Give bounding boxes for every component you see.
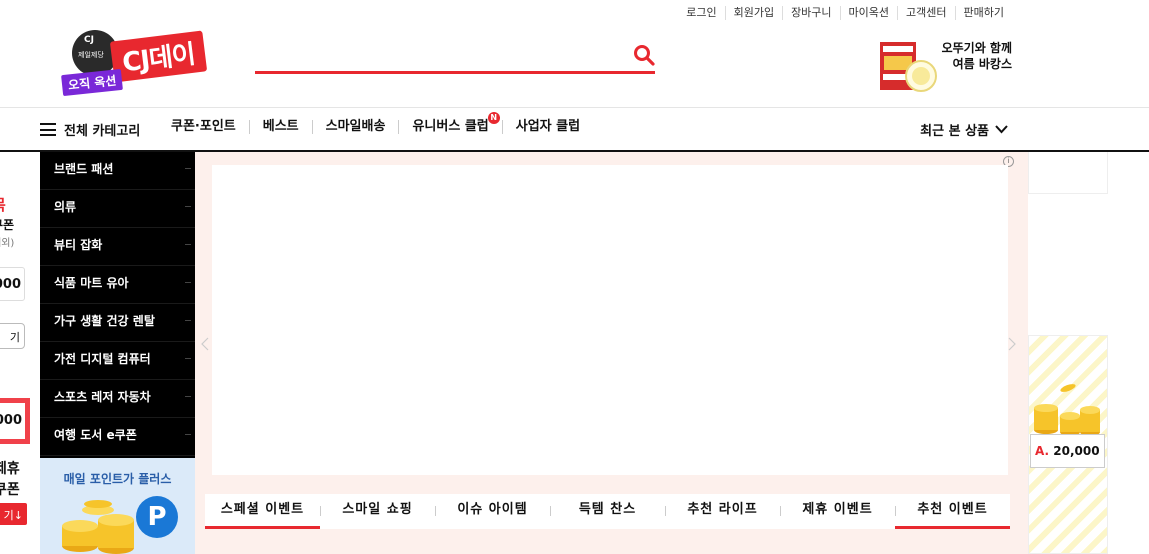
promo-line-1: 오뚜기와 함께 [941,41,1012,55]
category-sidebar: 브랜드 패션 의류 뷰티 잡화 식품 마트 유아 가구 생활 건강 렌탈 가전 … [40,152,195,458]
noodle-promo-image[interactable] [879,40,937,94]
nav-universe-label: 유니버스 클럽 [412,119,489,134]
category-item[interactable]: 스포츠 레저 자동차 [40,380,195,418]
left-download-button[interactable]: 기↓ [0,503,27,525]
category-item[interactable]: 가전 디지털 컴퓨터 [40,342,195,380]
category-item[interactable]: 여행 도서 e쿠폰 [40,418,195,456]
sell-link[interactable]: 판매하기 [954,6,1012,20]
my-auction-link[interactable]: 마이옥션 [839,6,897,20]
category-item[interactable]: 브랜드 패션 [40,152,195,190]
coins-icon [62,500,134,554]
nav-business-club[interactable]: 사업자 클럽 [501,120,593,134]
next-arrow-icon[interactable] [1008,337,1016,351]
hamburger-icon [40,123,56,136]
prev-arrow-icon[interactable] [201,337,209,351]
cj-badge-sub: 제일제당 [78,51,104,59]
promo-line-2: 여름 바캉스 [952,57,1012,71]
coins-icon [1034,384,1100,436]
point-badge-icon: P [136,496,178,538]
tab-special-event[interactable]: 스페셜 이벤트 [205,494,320,529]
cj-day-title: CJ데이 [109,30,207,83]
right-ad-price: A. 20,000 [1030,434,1105,468]
tab-smile-shopping[interactable]: 스마일 쇼핑 [320,494,435,529]
right-ad-top[interactable] [1028,152,1108,194]
left-stamp-amount: 000 [0,403,25,439]
customer-center-link[interactable]: 고객센터 [897,6,954,20]
left-subtitle: 쿠폰 [0,218,15,232]
search-bar [255,40,655,74]
nav-coupon-point[interactable]: 쿠폰·포인트 [158,120,249,134]
left-partner-sub: 쿠폰 [0,482,20,498]
left-action-button[interactable]: 기 [0,323,25,349]
new-badge: N [487,112,500,124]
signup-link[interactable]: 회원가입 [724,6,782,20]
nav-universe-club[interactable]: 유니버스 클럽 N [398,112,501,134]
right-ad-amount: 20,000 [1053,444,1100,458]
category-item[interactable]: 가구 생활 건강 렌탈 [40,304,195,342]
left-note: 제외) [0,238,15,249]
points-banner-title: 매일 포인트가 플러스 [63,472,172,486]
global-nav: 전체 카테고리 쿠폰·포인트 베스트 스마일배송 유니버스 클럽 N 사업자 클럽… [0,107,1149,152]
only-auction-tag: 오직 옥션 [61,68,124,97]
search-icon[interactable] [633,44,655,66]
banner-tabs: 스페셜 이벤트 스마일 쇼핑 이슈 아이템 득템 찬스 추천 라이프 제휴 이벤… [205,494,1010,529]
cj-day-logo[interactable]: CJ 제일제당 CJ데이 오직 옥션 [60,28,232,97]
login-link[interactable]: 로그인 [678,6,724,20]
nav-smile-delivery[interactable]: 스마일배송 [311,120,399,134]
tab-partner-event[interactable]: 제휴 이벤트 [780,494,895,529]
nav-best[interactable]: 베스트 [248,120,312,134]
chevron-down-icon [995,125,1008,134]
page: 로그인 회원가입 장바구니 마이옥션 고객센터 판매하기 CJ 제일제당 CJ데… [0,0,1149,554]
search-input[interactable] [255,40,625,70]
recent-products-button[interactable]: 최근 본 상품 [920,120,1008,139]
main-banner-slide[interactable] [212,165,1008,475]
left-title: 목 [0,194,6,215]
cart-link[interactable]: 장바구니 [782,6,839,20]
tab-issue-item[interactable]: 이슈 아이템 [435,494,550,529]
all-category-button[interactable]: 전체 카테고리 [40,120,140,139]
gnb-menu: 쿠폰·포인트 베스트 스마일배송 유니버스 클럽 N 사업자 클럽 [158,112,593,134]
tab-recommend-life[interactable]: 추천 라이프 [665,494,780,529]
tab-deal-chance[interactable]: 득템 찬스 [550,494,665,529]
daily-points-banner[interactable]: 매일 포인트가 플러스 P [40,458,195,554]
left-amount-box: 000 [0,267,25,301]
recent-products-label: 최근 본 상품 [920,124,989,139]
category-item[interactable]: 뷰티 잡화 [40,228,195,266]
left-coupon-panel: 목 쿠폰 제외) 000 기 000 제휴 쿠폰 기↓ [0,152,30,554]
tab-recommend-event[interactable]: 추천 이벤트 [895,494,1010,529]
main-banner-area: i 스페셜 이벤트 스마일 쇼핑 이슈 아이템 득템 찬스 추천 라이프 제휴 … [195,152,1028,554]
promo-text[interactable]: 오뚜기와 함께 여름 바캉스 [940,40,1012,72]
right-ad-column: A. 20,000 [1028,152,1108,554]
left-partner-title: 제휴 [0,461,20,477]
cj-badge-text: CJ [84,35,94,45]
all-category-label: 전체 카테고리 [64,124,141,139]
category-item[interactable]: 의류 [40,190,195,228]
right-ad-prefix: A. [1035,444,1050,458]
utility-links: 로그인 회원가입 장바구니 마이옥션 고객센터 판매하기 [678,6,1012,20]
category-item[interactable]: 식품 마트 유아 [40,266,195,304]
left-coupon-stamp: 000 [0,398,30,444]
